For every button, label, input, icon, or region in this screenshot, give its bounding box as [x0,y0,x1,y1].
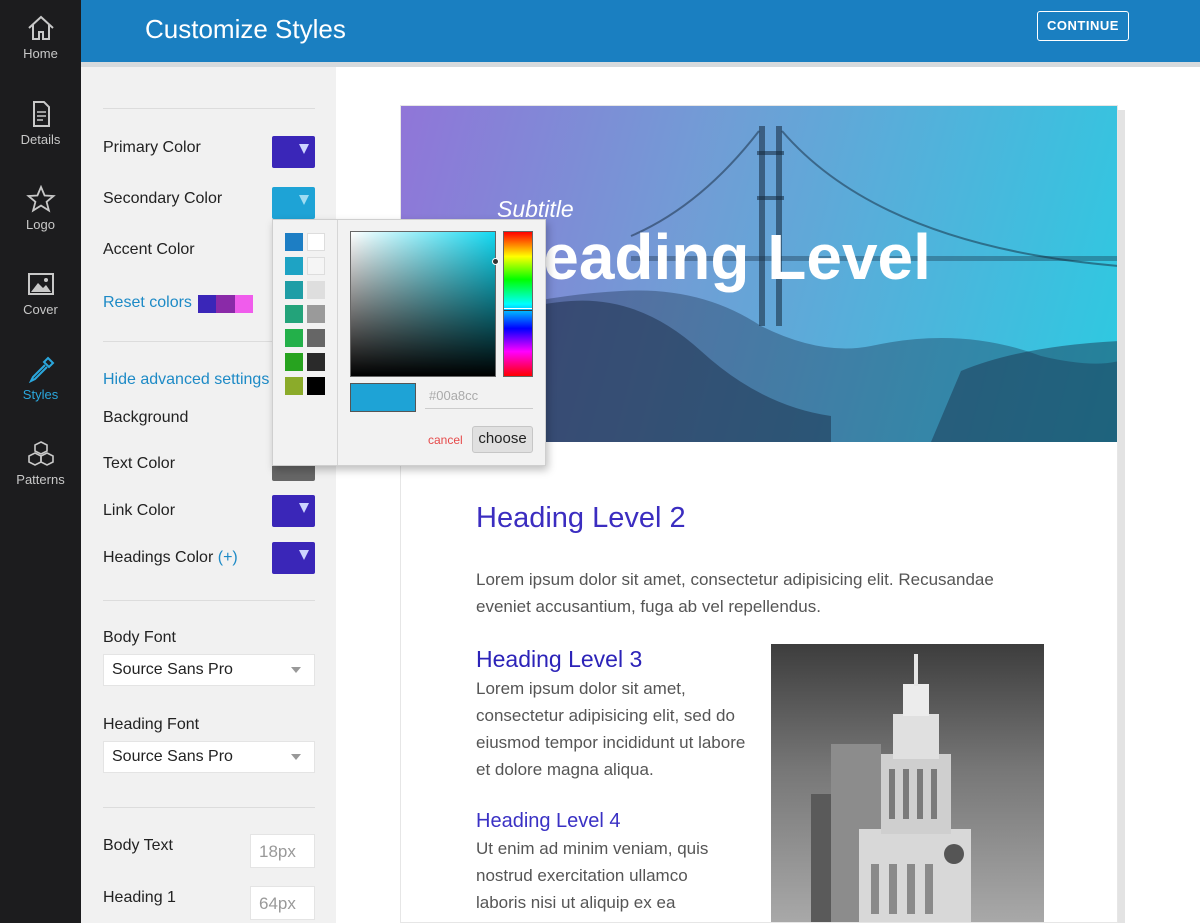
nav-item-cover[interactable]: Cover [0,256,81,336]
palette-chip[interactable] [285,281,303,299]
headings-color-expand[interactable]: (+) [218,549,238,566]
saturation-value-field[interactable] [350,231,499,377]
color-picker-popup: #00a8cc cancel choose [272,219,546,466]
chevron-down-icon [299,550,309,560]
document-icon [32,101,50,127]
palette-chip[interactable] [307,377,325,395]
text-color-label: Text Color [103,455,176,472]
heading-font-select[interactable]: Source Sans Pro [103,741,315,773]
nav-label-cover: Cover [23,302,58,317]
heading-1-label: Heading 1 [103,889,176,906]
link-color-label: Link Color [103,502,176,519]
cancel-button[interactable]: cancel [428,433,463,447]
heading-level-4: Heading Level 4 [476,810,621,832]
hue-handle[interactable] [504,308,532,311]
chevron-down-icon [291,754,301,760]
nav-rail: Home Details Logo Cover Styles Patterns [0,0,81,923]
hex-input[interactable]: #00a8cc [425,383,533,409]
palette-chip[interactable] [307,353,325,371]
palette-chip[interactable] [285,305,303,323]
headings-color-label: Headings Color (+) [103,549,238,567]
clock-tower-graphic [811,654,971,922]
nav-label-styles: Styles [22,387,59,402]
palette-chip[interactable] [285,233,303,251]
reset-colors-link[interactable]: Reset colors [103,294,192,312]
continue-button[interactable]: CONTINUE [1037,11,1129,41]
building-photo [771,644,1044,922]
body-font-label: Body Font [103,629,176,646]
secondary-color-swatch[interactable] [272,187,315,219]
palette-chip[interactable] [307,281,325,299]
reset-swatch-3 [234,295,253,313]
palette-chip[interactable] [285,353,303,371]
chevron-down-icon [299,144,309,154]
secondary-color-label: Secondary Color [103,190,223,207]
section-divider [103,108,315,109]
chevron-down-icon [299,503,309,513]
heading-1-size-input[interactable]: 64px [250,886,315,920]
body-font-select[interactable]: Source Sans Pro [103,654,315,686]
nav-item-home[interactable]: Home [0,0,81,80]
section-divider [103,600,315,601]
hue-slider[interactable] [503,231,533,377]
headings-color-swatch[interactable] [272,542,315,574]
primary-color-label: Primary Color [103,139,201,156]
body-font-value: Source Sans Pro [112,661,233,678]
body-paragraph-2: Ut enim ad minim veniam, quis nostrud ex… [476,839,715,922]
palette-chip[interactable] [307,305,325,323]
chevron-down-icon [299,195,309,205]
body-text-label: Body Text [103,837,173,854]
heading-font-value: Source Sans Pro [112,748,233,765]
saturation-handle[interactable] [492,258,499,265]
heading-level-3: Heading Level 3 [476,646,643,672]
accent-color-label: Accent Color [103,241,195,258]
background-label: Background [103,409,189,426]
section-divider [103,807,315,808]
page-title: Customize Styles [145,14,346,44]
hide-advanced-settings-link[interactable]: Hide advanced settings [103,371,269,389]
choose-button[interactable]: choose [472,426,533,453]
home-icon [27,15,54,40]
reset-swatch-1 [198,295,217,313]
link-color-swatch[interactable] [272,495,315,527]
headings-color-text: Headings Color [103,549,214,566]
primary-color-swatch[interactable] [272,136,315,168]
palette-chip[interactable] [307,233,325,251]
palette-chip[interactable] [285,257,303,275]
palette-chip[interactable] [307,257,325,275]
nav-item-patterns[interactable]: Patterns [0,426,81,506]
selected-color-preview [350,383,416,412]
intro-paragraph: Lorem ipsum dolor sit amet, consectetur … [476,570,994,616]
nav-item-details[interactable]: Details [0,86,81,166]
palette-chip[interactable] [307,329,325,347]
nav-label-details: Details [20,132,61,147]
reset-colors-swatches [198,295,253,313]
image-icon [27,273,54,295]
nav-label-home: Home [23,46,58,61]
reset-swatch-2 [216,295,235,313]
body-paragraph: Lorem ipsum dolor sit amet, consectetur … [476,679,746,779]
chevron-down-icon [291,667,301,673]
hero-heading: Heading Level [497,221,931,293]
cubes-icon [27,441,54,466]
nav-item-logo[interactable]: Logo [0,171,81,251]
nav-label-logo: Logo [26,217,55,232]
star-icon [25,185,56,213]
heading-font-label: Heading Font [103,716,200,733]
eyedropper-icon [28,356,54,383]
nav-item-styles[interactable]: Styles [0,341,81,421]
picker-divider [337,220,338,465]
palette-chip[interactable] [285,329,303,347]
heading-level-2: Heading Level 2 [476,502,686,534]
palette-chip[interactable] [285,377,303,395]
nav-label-patterns: Patterns [16,472,65,487]
body-text-size-input[interactable]: 18px [250,834,315,868]
